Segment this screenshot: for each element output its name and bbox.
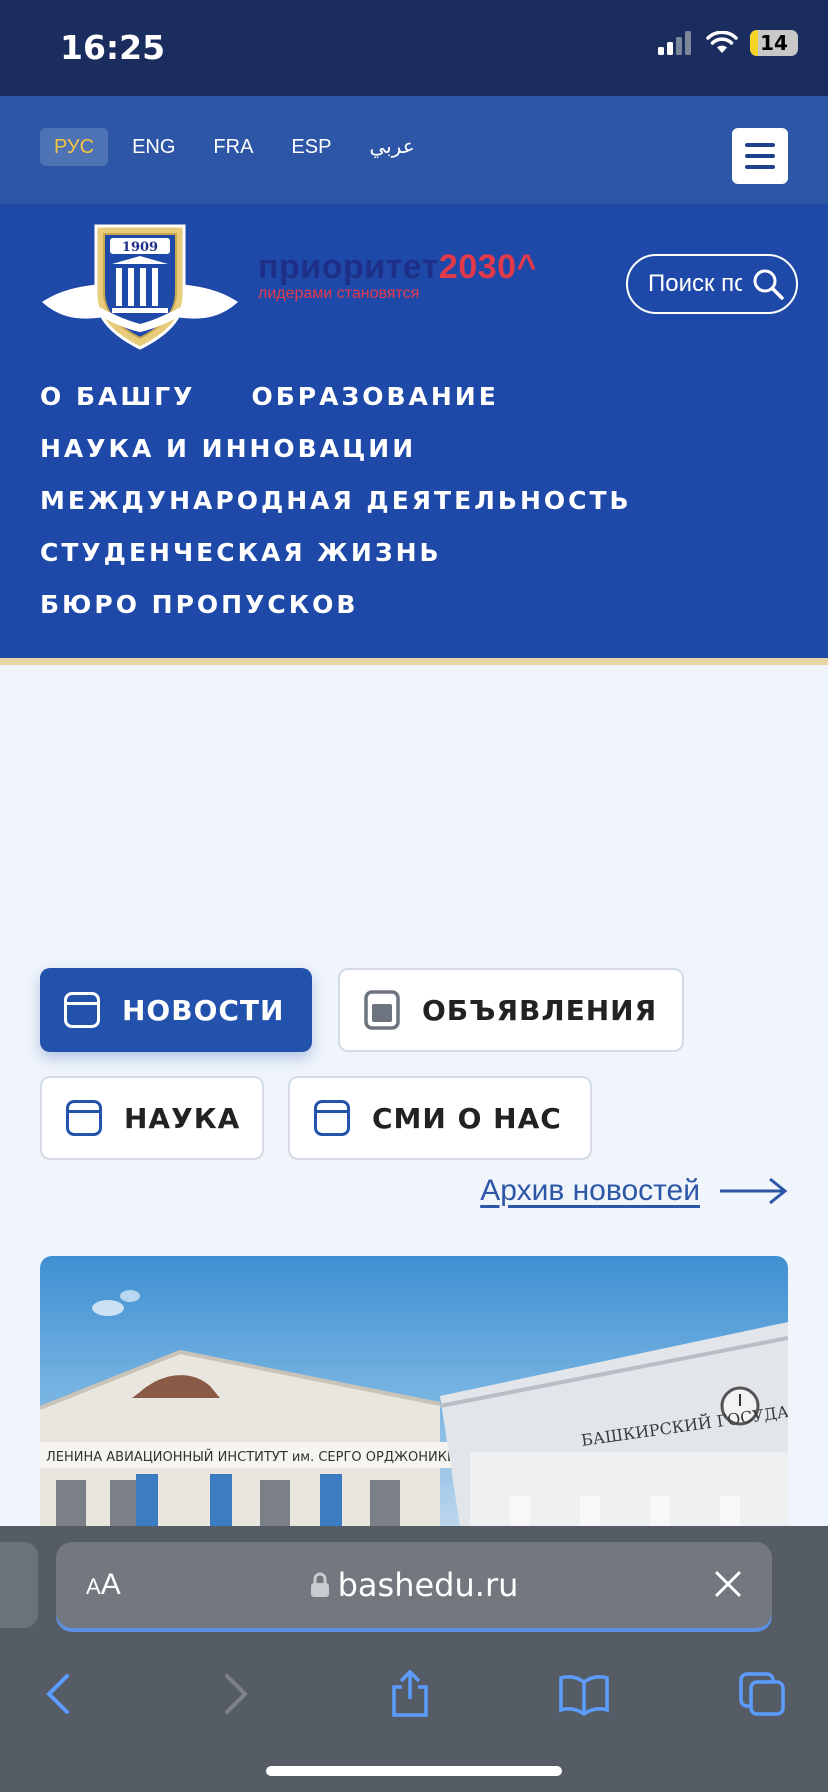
address-bar[interactable]: AA bashedu.ru: [56, 1542, 772, 1628]
search-icon[interactable]: [752, 268, 784, 300]
lang-esp[interactable]: ESP: [277, 128, 345, 166]
previous-tab-preview[interactable]: [0, 1542, 38, 1628]
share-button[interactable]: [380, 1664, 440, 1724]
announcement-icon: [364, 990, 400, 1030]
news-archive-link[interactable]: Архив новостей: [480, 1174, 788, 1208]
search-box[interactable]: Поиск по сайту: [626, 254, 798, 314]
book-icon: [559, 1675, 609, 1716]
tab-announcements[interactable]: ОБЪЯВЛЕНИЯ: [338, 968, 684, 1052]
arrow-right-icon: [720, 1177, 788, 1205]
chevron-left-icon: [46, 1674, 69, 1714]
priority-2030-logo[interactable]: приоритет2030^ лидерами становятся: [258, 248, 537, 303]
battery-icon: 14: [750, 30, 798, 56]
battery-level: 14: [760, 31, 788, 55]
close-icon[interactable]: [710, 1566, 746, 1602]
share-icon: [392, 1669, 428, 1717]
calendar-icon: [314, 1100, 350, 1136]
nav-pass-office[interactable]: БЮРО ПРОПУСКОВ: [40, 590, 358, 642]
browser-nav-buttons: [0, 1654, 828, 1734]
language-switcher: РУС ENG FRA ESP عربي: [40, 128, 439, 166]
search-input[interactable]: Поиск по сайту: [648, 270, 742, 298]
bookmarks-button[interactable]: [554, 1664, 614, 1724]
url-display[interactable]: bashedu.ru: [56, 1566, 772, 1604]
lang-arabic[interactable]: عربي: [355, 128, 428, 166]
university-building-image: ЛЕНИНА АВИАЦИОННЫЙ ИНСТИТУТ им. СЕРГО ОР…: [40, 1290, 788, 1526]
tab-media[interactable]: СМИ О НАС: [288, 1076, 592, 1160]
back-button[interactable]: [28, 1664, 88, 1724]
home-indicator: [266, 1766, 562, 1776]
tab-announcements-label: ОБЪЯВЛЕНИЯ: [422, 993, 658, 1027]
nav-education[interactable]: ОБРАЗОВАНИЕ: [251, 382, 498, 434]
tab-media-label: СМИ О НАС: [372, 1101, 562, 1135]
news-photo[interactable]: ЛЕНИНА АВИАЦИОННЫЙ ИНСТИТУТ им. СЕРГО ОР…: [40, 1256, 788, 1526]
chevron-right-icon: [225, 1674, 248, 1714]
main-navigation: О БАШГУ ОБРАЗОВАНИЕ НАУКА И ИННОВАЦИИ МЕ…: [40, 382, 632, 642]
nav-international[interactable]: МЕЖДУНАРОДНАЯ ДЕЯТЕЛЬНОСТЬ: [40, 486, 632, 538]
status-icons: 14: [658, 30, 798, 56]
wifi-icon: [706, 31, 738, 53]
hamburger-menu-button[interactable]: [732, 128, 788, 184]
university-logo[interactable]: 1909: [40, 220, 240, 350]
lang-rus[interactable]: РУС: [40, 128, 109, 166]
browser-toolbar: AA bashedu.ru: [0, 1526, 828, 1792]
logo-year: 1909: [122, 240, 158, 255]
priority-year: 2030^: [438, 248, 537, 286]
lang-fra[interactable]: FRA: [199, 128, 267, 166]
priority-title: приоритет: [258, 248, 439, 286]
signal-icon: [658, 31, 691, 55]
tab-science[interactable]: НАУКА: [40, 1076, 264, 1160]
photo-sign-left: ЛЕНИНА АВИАЦИОННЫЙ ИНСТИТУТ им. СЕРГО ОР…: [46, 1449, 483, 1465]
archive-link-label[interactable]: Архив новостей: [480, 1174, 700, 1208]
url-text: bashedu.ru: [337, 1566, 519, 1604]
calendar-icon: [66, 1100, 102, 1136]
lang-eng[interactable]: ENG: [118, 128, 189, 166]
tab-science-label: НАУКА: [124, 1101, 241, 1135]
nav-science[interactable]: НАУКА И ИННОВАЦИИ: [40, 434, 416, 486]
status-bar: 16:25 14: [0, 0, 828, 96]
forward-button[interactable]: [206, 1664, 266, 1724]
hamburger-icon: [745, 143, 775, 147]
tabs-button[interactable]: [732, 1664, 792, 1724]
nav-about[interactable]: О БАШГУ: [40, 382, 195, 434]
tab-news[interactable]: НОВОСТИ: [40, 968, 312, 1052]
status-time: 16:25: [60, 28, 166, 67]
site-header: 1909 приоритет2030^ лидерами становятся …: [0, 204, 828, 665]
tabs-icon: [739, 1672, 785, 1716]
calendar-icon: [64, 992, 100, 1028]
nav-student-life[interactable]: СТУДЕНЧЕСКАЯ ЖИЗНЬ: [40, 538, 442, 590]
lock-icon: [310, 1572, 329, 1597]
tab-news-label: НОВОСТИ: [122, 993, 285, 1027]
language-bar: РУС ENG FRA ESP عربي: [0, 96, 828, 204]
priority-tagline: лидерами становятся: [258, 285, 420, 302]
